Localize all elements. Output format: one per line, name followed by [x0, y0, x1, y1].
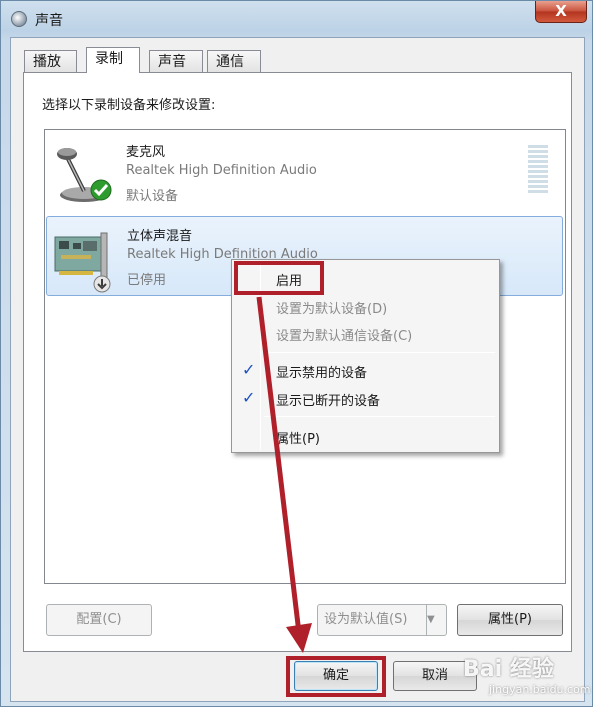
speaker-icon: [11, 11, 27, 27]
chevron-down-icon[interactable]: ▼: [426, 605, 446, 635]
tab-communications[interactable]: 通信: [207, 50, 261, 72]
device-driver: Realtek High Definition Audio: [126, 163, 317, 178]
tab-playback[interactable]: 播放: [24, 50, 77, 72]
checkmark-icon: ✓: [242, 388, 256, 407]
properties-button[interactable]: 属性(P): [457, 604, 563, 636]
set-default-button[interactable]: 设为默认值(S) ▼: [317, 604, 447, 636]
device-name: 立体声混音: [127, 229, 193, 244]
menu-item-label: 设置为默认通信设备(C): [276, 329, 413, 344]
menu-item-set-default-comm[interactable]: 设置为默认通信设备(C): [234, 321, 497, 345]
set-default-label: 设为默认值(S): [324, 612, 408, 627]
menu-item-label: 显示已断开的设备: [276, 394, 381, 409]
disabled-arrow-icon: [93, 275, 111, 293]
device-item-microphone[interactable]: 麦克风 Realtek High Definition Audio 默认设备: [46, 133, 563, 213]
menu-item-label: 显示禁用的设备: [276, 366, 368, 381]
enable-highlight-box: [234, 261, 324, 295]
device-status: 已停用: [127, 273, 167, 288]
device-status: 默认设备: [126, 189, 179, 204]
instruction-text: 选择以下录制设备来修改设置:: [42, 98, 216, 113]
configure-button[interactable]: 配置(C): [46, 604, 152, 636]
ok-highlight-box: [286, 656, 386, 697]
window-title: 声音: [35, 13, 63, 29]
menu-separator: [264, 416, 495, 417]
menu-item-label: 设置为默认设备(D): [276, 302, 388, 317]
menu-separator: [264, 352, 495, 353]
menu-item-label: 属性(P): [276, 432, 320, 447]
tab-recording[interactable]: 录制: [86, 47, 140, 73]
menu-item-show-disabled[interactable]: ✓ 显示禁用的设备: [234, 358, 497, 382]
menu-item-properties[interactable]: 属性(P): [234, 424, 497, 448]
menu-item-show-disconnected[interactable]: ✓ 显示已断开的设备: [234, 386, 497, 410]
baidu-watermark: Bai 经验 jingyan.baidu.com: [459, 651, 591, 703]
title-bar[interactable]: 声音 X: [1, 1, 592, 37]
watermark-brand: Bai 经验: [463, 657, 554, 682]
menu-item-set-default[interactable]: 设置为默认设备(D): [234, 294, 497, 318]
checkmark-icon: ✓: [242, 360, 256, 379]
close-button[interactable]: X: [535, 1, 587, 23]
default-device-check-icon: [90, 179, 112, 201]
sound-dialog-window: 声音 X 播放 录制 声音 通信 选择以下录制设备来修改设置: 麦克风 Real…: [0, 0, 593, 707]
level-meter: [528, 145, 548, 197]
device-name: 麦克风: [126, 145, 166, 160]
watermark-url: jingyan.baidu.com: [489, 683, 591, 696]
tab-sounds[interactable]: 声音: [149, 50, 203, 72]
